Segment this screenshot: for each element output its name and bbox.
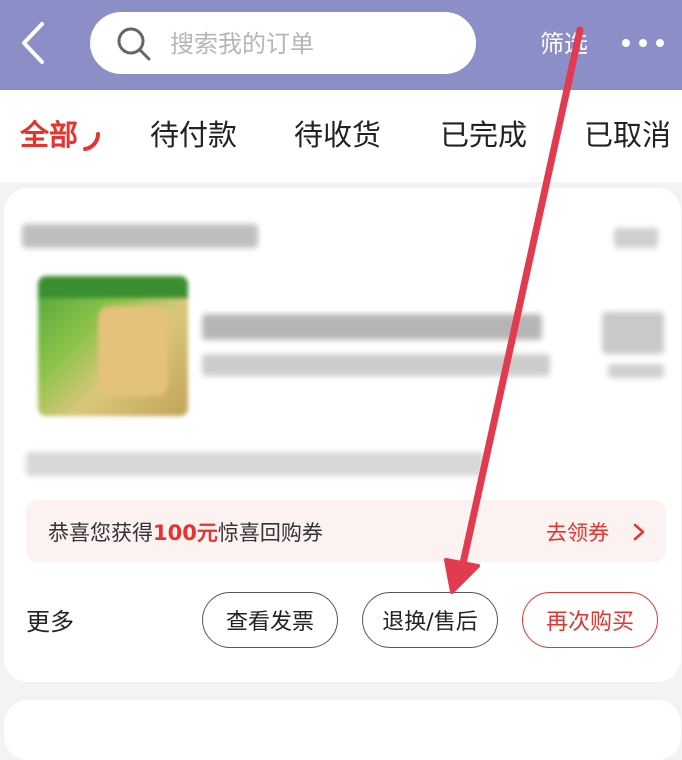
tab-cancelled[interactable]: 已取消	[584, 112, 671, 154]
filter-button[interactable]: 筛选	[540, 26, 588, 62]
search-box[interactable]	[90, 12, 476, 76]
price-redacted	[602, 312, 664, 354]
return-exchange-button[interactable]: 退换/售后	[362, 592, 498, 648]
order-status-redacted	[614, 228, 658, 248]
tab-all[interactable]: 全部	[20, 112, 78, 154]
tab-pending-receipt[interactable]: 待收货	[294, 112, 381, 154]
active-tab-indicator	[83, 132, 100, 151]
more-dots-icon	[622, 39, 664, 47]
top-bar: 筛选	[0, 0, 682, 90]
buy-again-button[interactable]: 再次购买	[522, 592, 658, 648]
back-arrow-icon	[22, 22, 44, 64]
store-name-redacted	[22, 224, 258, 248]
product-image[interactable]	[38, 276, 188, 416]
more-actions-link[interactable]: 更多	[26, 602, 74, 637]
quantity-redacted	[608, 364, 664, 378]
chevron-right-icon	[633, 523, 645, 541]
order-tabs: 全部 待付款 待收货 已完成 已取消	[0, 90, 682, 182]
coupon-message: 恭喜您获得100元惊喜回购券	[48, 521, 323, 545]
view-invoice-button[interactable]: 查看发票	[202, 592, 338, 648]
coupon-banner[interactable]: 恭喜您获得100元惊喜回购券 去领券	[26, 500, 666, 562]
back-button[interactable]	[14, 20, 54, 66]
product-subtitle-redacted	[202, 354, 550, 376]
tab-completed[interactable]: 已完成	[440, 112, 527, 154]
more-options-button[interactable]	[620, 30, 666, 56]
next-order-card[interactable]	[4, 700, 681, 760]
order-info-redacted	[26, 452, 484, 476]
claim-coupon-link[interactable]: 去领券	[546, 517, 609, 547]
search-input[interactable]	[168, 12, 462, 76]
coupon-amount: 100元	[153, 521, 218, 545]
tab-pending-payment[interactable]: 待付款	[150, 112, 237, 154]
order-card[interactable]: 恭喜您获得100元惊喜回购券 去领券 更多 查看发票 退换/售后 再次购买	[4, 188, 681, 682]
product-title-redacted	[202, 314, 542, 340]
search-icon	[117, 27, 151, 61]
